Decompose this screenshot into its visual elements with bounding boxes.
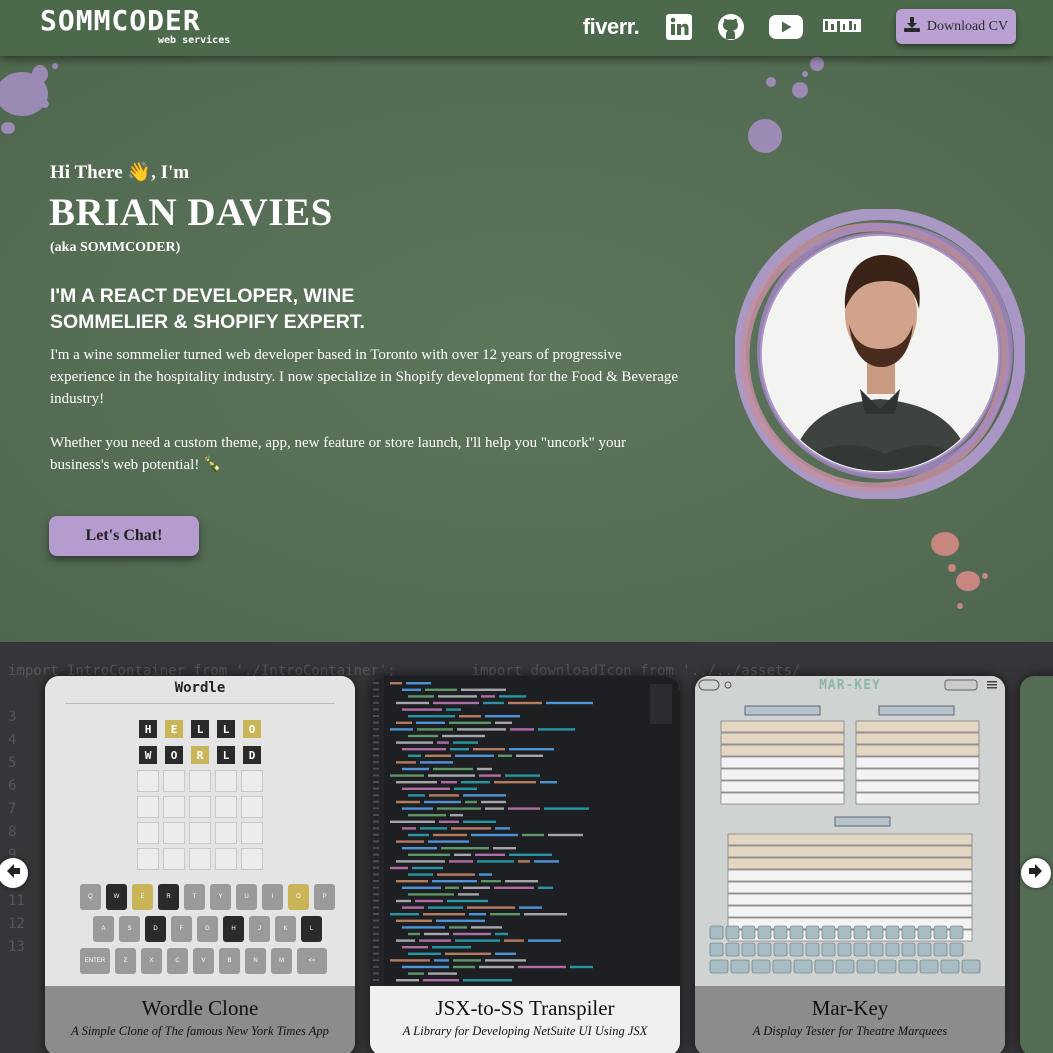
keyboard-key[interactable]: Y	[210, 884, 231, 910]
wordle-tile	[215, 848, 237, 870]
hero-aka: (aka SOMMCODER)	[50, 240, 181, 255]
keyboard-key[interactable]: K	[275, 916, 296, 942]
wordle-tile: R	[189, 744, 211, 766]
wordle-tile: L	[215, 744, 237, 766]
project-subtitle: A Simple Clone of The famous New York Ti…	[71, 1024, 329, 1038]
project-subtitle: A Display Tester for Theatre Marquees	[752, 1024, 948, 1038]
arrow-left-icon	[4, 862, 22, 885]
lets-chat-button[interactable]: Let's Chat!	[49, 516, 199, 556]
keyboard-key[interactable]: R	[158, 884, 179, 910]
wordle-screen-title: Wordle	[174, 680, 226, 696]
site-header: SOMMCODER web services fiverr. Download …	[0, 0, 1053, 56]
wordle-tile	[163, 770, 185, 792]
fiverr-link[interactable]: fiverr.	[580, 12, 642, 42]
project-title: Mar-Key	[811, 996, 889, 1020]
hero-bio: I'm a wine sommelier turned web develope…	[50, 347, 679, 407]
wordle-tile	[215, 796, 237, 818]
keyboard-key[interactable]: L	[301, 916, 322, 942]
keyboard-key[interactable]: S	[119, 916, 140, 942]
keyboard-key[interactable]: T	[184, 884, 205, 910]
project-title: Wordle Clone	[141, 996, 259, 1020]
wordle-tile	[137, 770, 159, 792]
projects-carousel: import IntroContainer from './IntroConta…	[0, 642, 1053, 1053]
keyboard-key[interactable]: J	[249, 916, 270, 942]
youtube-icon[interactable]	[769, 12, 803, 42]
wordle-tile	[241, 848, 263, 870]
wordle-tile	[189, 822, 211, 844]
wordle-screenshot: Wordle HELLOWORLD Q W E R T Y U I O P A S D F G H J K L ENT…	[45, 676, 355, 986]
download-cv-label: Download CV	[926, 18, 1009, 34]
wordle-tile	[137, 796, 159, 818]
hero-name: BRIAN DAVIES	[49, 191, 333, 234]
project-title: JSX-to-SS Transpiler	[435, 996, 615, 1020]
hero-role: I'M A REACT DEVELOPER, WINE SOMMELIER & …	[50, 285, 365, 333]
wordle-tile	[163, 796, 185, 818]
project-card-mar-key[interactable]: MAR-KEY Mar-Key A Display Tester for The…	[695, 676, 1005, 1053]
keyboard-key[interactable]: E	[132, 884, 153, 910]
keyboard-key[interactable]: C	[167, 948, 188, 974]
wordle-tile	[189, 848, 211, 870]
hero-section: Hi There 👋, I'm BRIAN DAVIES (aka SOMMCO…	[0, 56, 1053, 642]
wordle-tile	[215, 822, 237, 844]
keyboard-key[interactable]: I	[262, 884, 283, 910]
wordle-tile	[137, 848, 159, 870]
wordle-tile: W	[137, 744, 159, 766]
mar-key-screenshot: MAR-KEY	[695, 676, 1005, 986]
wordle-tile	[137, 822, 159, 844]
project-subtitle: A Library for Developing NetSuite UI Usi…	[402, 1024, 648, 1038]
wordle-tile: H	[137, 718, 159, 740]
keyboard-key[interactable]: M	[271, 948, 292, 974]
hero-bio-cta: Whether you need a custom theme, app, ne…	[50, 435, 627, 473]
logo-subtitle: web services	[158, 35, 231, 46]
keyboard-key[interactable]: N	[245, 948, 266, 974]
keyboard-key[interactable]: B	[219, 948, 240, 974]
keyboard-key[interactable]: O	[288, 884, 309, 910]
greeting: Hi There 👋, I'm	[50, 162, 190, 183]
keyboard-key[interactable]: U	[236, 884, 257, 910]
carousel-next-button[interactable]	[1021, 858, 1051, 888]
keyboard-key[interactable]: V	[193, 948, 214, 974]
card-footer: Mar-Key A Display Tester for Theatre Mar…	[695, 986, 1005, 1053]
wordle-tile: O	[241, 718, 263, 740]
logo-text: SOMMCODER	[40, 4, 201, 37]
logo[interactable]: SOMMCODER web services	[40, 6, 260, 48]
keyboard-key[interactable]: ENTER	[80, 948, 110, 974]
wordle-tile: L	[189, 718, 211, 740]
wordle-tile	[189, 770, 211, 792]
keyboard-key[interactable]: Q	[80, 884, 101, 910]
wordle-tile	[241, 796, 263, 818]
npm-icon[interactable]	[823, 12, 861, 42]
wordle-tile	[241, 822, 263, 844]
wordle-tile	[215, 770, 237, 792]
keyboard-key[interactable]: Z	[115, 948, 136, 974]
linkedin-icon[interactable]	[666, 12, 692, 42]
keyboard-key[interactable]: P	[314, 884, 335, 910]
project-card-jsx-transpiler[interactable]: JSX-to-SS Transpiler A Library for Devel…	[370, 676, 680, 1053]
keyboard-key[interactable]: X	[141, 948, 162, 974]
wordle-tile	[241, 770, 263, 792]
keyboard-key[interactable]: F	[171, 916, 192, 942]
wordle-tile: E	[163, 718, 185, 740]
keyboard-key[interactable]: D	[145, 916, 166, 942]
wordle-tile	[189, 796, 211, 818]
wordle-tile: O	[163, 744, 185, 766]
profile-photo	[734, 208, 1026, 500]
github-icon[interactable]	[717, 12, 745, 42]
wordle-tile: D	[241, 744, 263, 766]
download-icon	[903, 16, 920, 37]
wordle-tile	[163, 848, 185, 870]
card-footer: Wordle Clone A Simple Clone of The famou…	[45, 986, 355, 1053]
keyboard-key[interactable]: W	[106, 884, 127, 910]
keyboard-key[interactable]: G	[197, 916, 218, 942]
keyboard-key[interactable]: H	[223, 916, 244, 942]
wordle-tile: L	[215, 718, 237, 740]
arrow-right-icon	[1027, 862, 1045, 885]
code-editor-screenshot	[370, 676, 680, 986]
wordle-tile	[163, 822, 185, 844]
keyboard-key[interactable]: <=	[297, 948, 327, 974]
keyboard-key[interactable]: A	[93, 916, 114, 942]
project-card-wordle[interactable]: Wordle HELLOWORLD Q W E R T Y U I O P A S D F G H J K L ENT…	[45, 676, 355, 1053]
card-footer: JSX-to-SS Transpiler A Library for Devel…	[370, 986, 680, 1053]
download-cv-button[interactable]: Download CV	[896, 9, 1016, 44]
